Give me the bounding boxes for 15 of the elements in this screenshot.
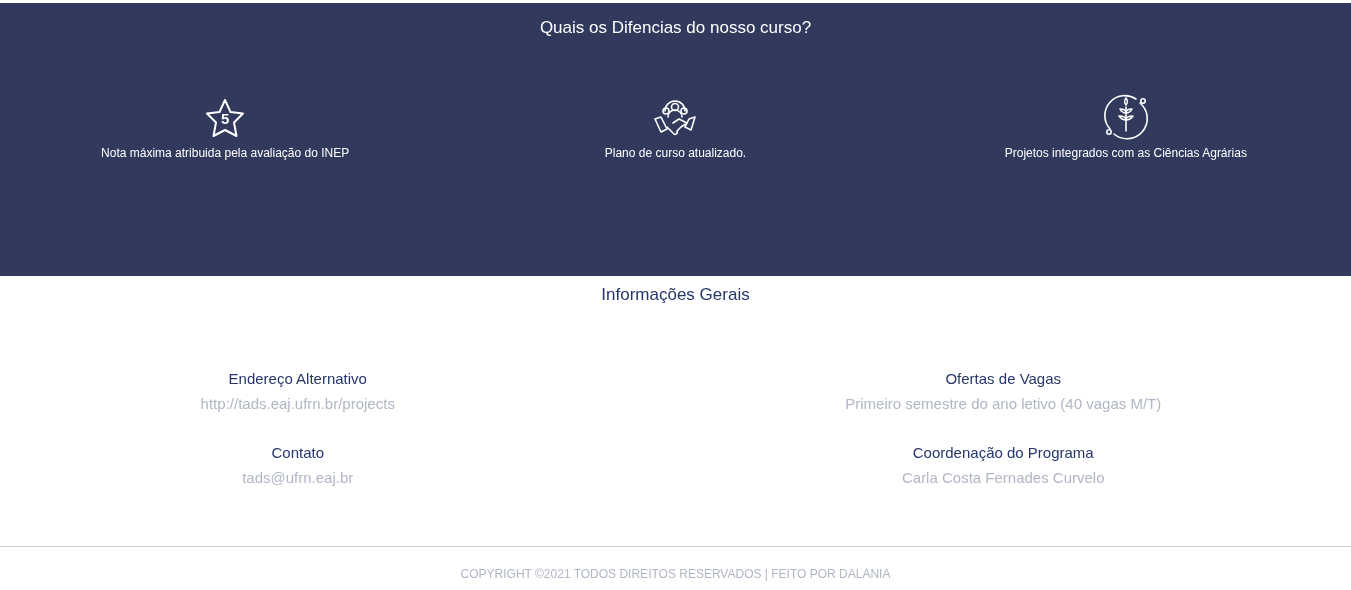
feature-text: Projetos integrados com as Ciências Agrárias xyxy=(1003,144,1248,162)
info-value: tads@ufrn.eaj.br xyxy=(242,468,354,488)
info-label: Ofertas de Vagas xyxy=(945,368,1062,389)
info-label: Contato xyxy=(271,442,324,463)
copyright-text: COPYRIGHT ©2021 TODOS DIREITOS RESERVADOS | FEITO POR DALANIA xyxy=(460,566,891,581)
info-label: Endereço Alternativo xyxy=(228,368,367,389)
wheat-icon xyxy=(1101,92,1150,141)
feature-text: Plano de curso atualizado. xyxy=(603,144,748,162)
feature-text: Nota máxima atribuida pela avaliação do INEP xyxy=(100,144,351,162)
info-value: Primeiro semestre do ano letivo (40 vagas M/T) xyxy=(845,394,1162,414)
section-title: Quais os Difencias do nosso curso? xyxy=(539,17,812,39)
info-value: Carla Costa Fernades Curvelo xyxy=(901,468,1105,488)
section-title: Informações Gerais xyxy=(600,284,751,306)
info-value: http://tads.eaj.ufrn.br/projects xyxy=(200,394,395,414)
info-label: Coordenação do Programa xyxy=(912,442,1094,463)
